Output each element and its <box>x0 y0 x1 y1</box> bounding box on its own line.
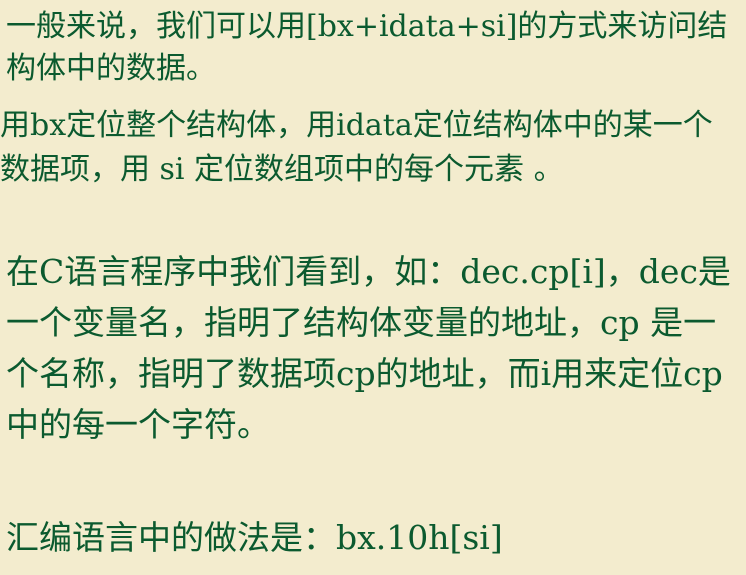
paragraph-c-language-example: 在C语言程序中我们看到，如：dec.cp[i]，dec是一个变量名，指明了结构体… <box>6 252 731 444</box>
paragraph-assembly-syntax: 汇编语言中的做法是：bx.10h[si] <box>6 518 503 557</box>
slide: 一般来说，我们可以用[bx+idata+si]的方式来访问结构体中的数据。 用b… <box>0 0 746 575</box>
paragraph-register-roles: 用bx定位整个结构体，用idata定位结构体中的某一个数据项，用 si 定位数组… <box>0 108 713 187</box>
paragraph-access-method: 一般来说，我们可以用[bx+idata+si]的方式来访问结构体中的数据。 <box>6 9 728 86</box>
